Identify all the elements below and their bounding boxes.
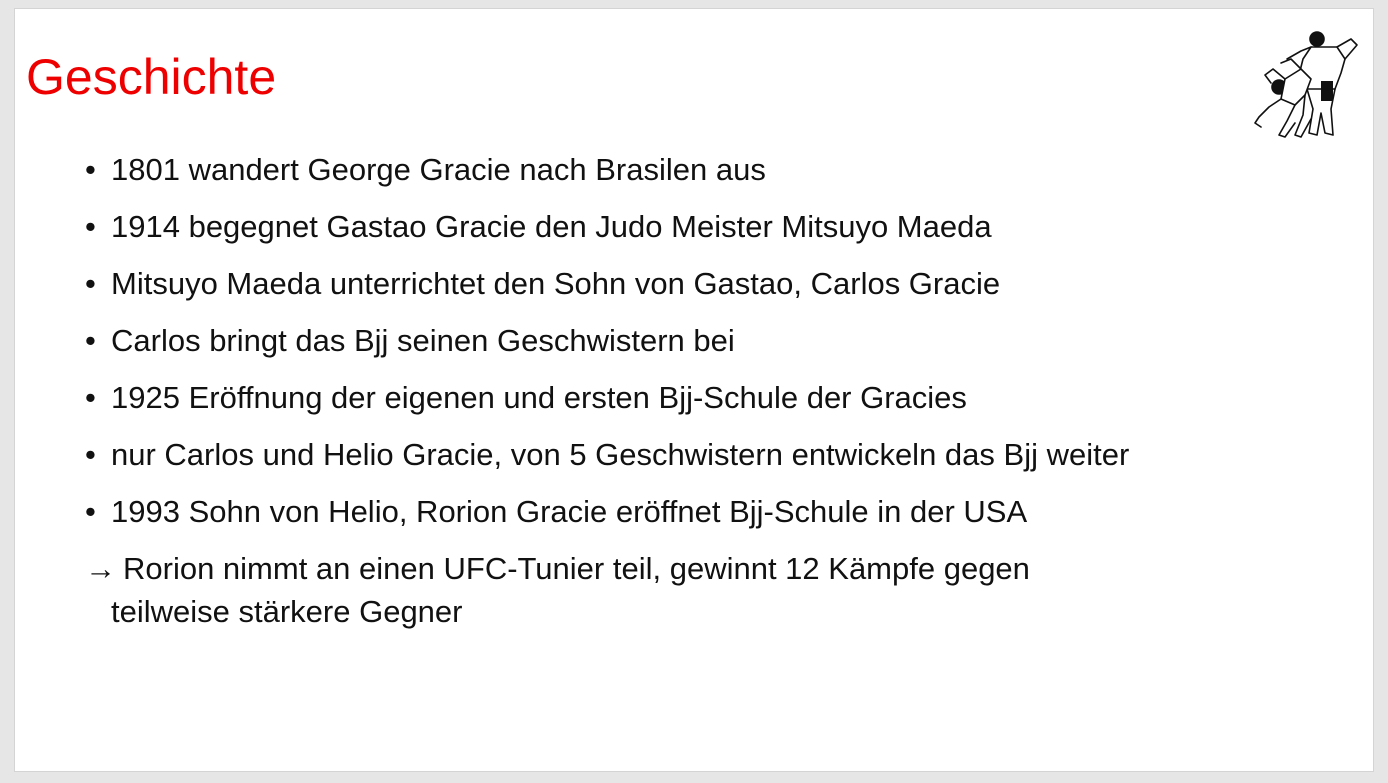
list-item-text: Carlos bringt das Bjj seinen Geschwister… — [111, 323, 735, 358]
judo-throw-illustration — [1254, 31, 1358, 138]
list-item-text: 1993 Sohn von Helio, Rorion Gracie eröff… — [111, 494, 1028, 529]
bullet-icon: • — [85, 494, 96, 529]
list-item: • 1925 Eröffnung der eigenen und ersten … — [85, 376, 1365, 433]
list-item: • 1914 begegnet Gastao Gracie den Judo M… — [85, 205, 1365, 262]
conclusion-item: → Rorion nimmt an einen UFC-Tunier teil,… — [85, 547, 1365, 633]
slide-title: Geschichte — [26, 49, 277, 105]
list-item: • nur Carlos und Helio Gracie, von 5 Ges… — [85, 433, 1365, 490]
bullet-icon: • — [85, 380, 96, 415]
list-item-text: 1801 wandert George Gracie nach Brasilen… — [111, 152, 766, 187]
bullet-icon: • — [85, 266, 96, 301]
list-item: • 1993 Sohn von Helio, Rorion Gracie erö… — [85, 490, 1365, 547]
conclusion-text-line2: teilweise stärkere Gegner — [111, 594, 463, 629]
bullet-icon: • — [85, 437, 96, 472]
bullet-icon: • — [85, 209, 96, 244]
list-item-text: 1925 Eröffnung der eigenen und ersten Bj… — [111, 380, 967, 415]
bullet-icon: • — [85, 152, 96, 187]
conclusion-text-line1: Rorion nimmt an einen UFC-Tunier teil, g… — [123, 551, 1030, 586]
history-bullet-list: • 1801 wandert George Gracie nach Brasil… — [85, 148, 1365, 633]
list-item-text: Mitsuyo Maeda unterrichtet den Sohn von … — [111, 266, 1001, 301]
list-item-text: nur Carlos und Helio Gracie, von 5 Gesch… — [111, 437, 1130, 472]
list-item: • Mitsuyo Maeda unterrichtet den Sohn vo… — [85, 262, 1365, 319]
list-item-text: 1914 begegnet Gastao Gracie den Judo Mei… — [111, 209, 992, 244]
arrow-right-icon: → — [85, 551, 116, 586]
slide: Geschichte • 1801 wandert George Gracie … — [14, 8, 1374, 772]
list-item: • Carlos bringt das Bjj seinen Geschwist… — [85, 319, 1365, 376]
list-item: • 1801 wandert George Gracie nach Brasil… — [85, 148, 1365, 205]
bullet-icon: • — [85, 323, 96, 358]
